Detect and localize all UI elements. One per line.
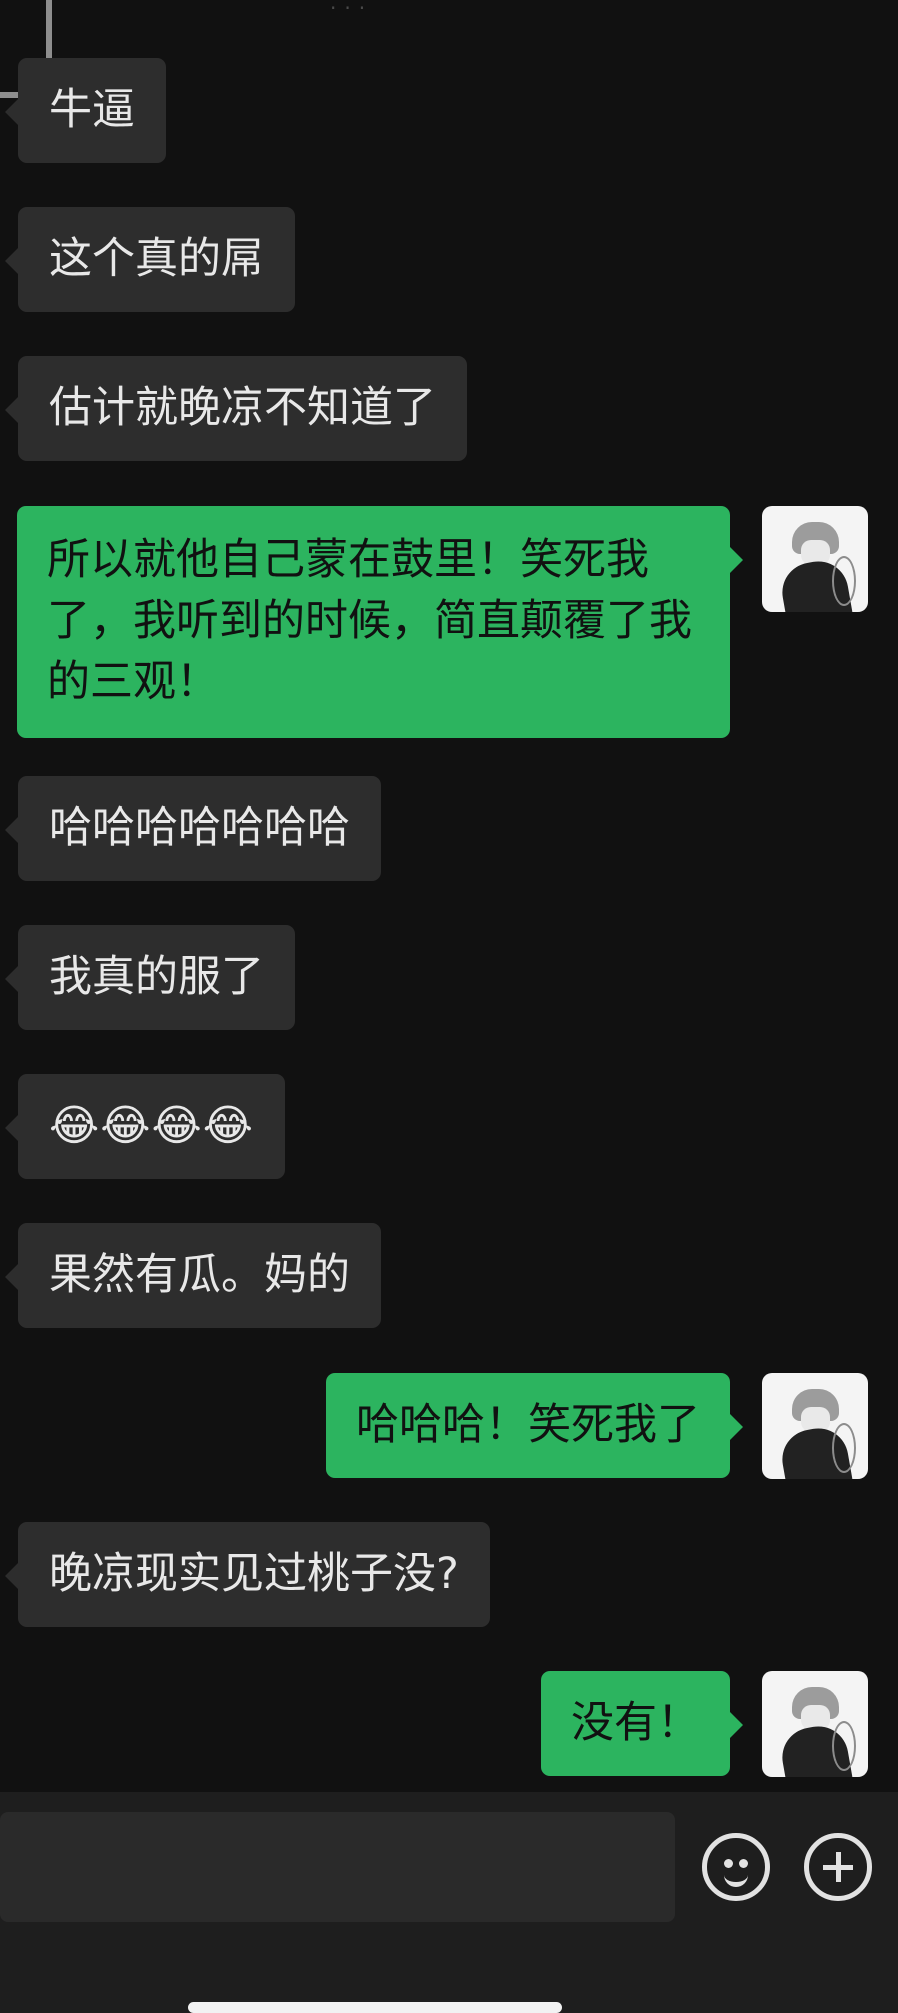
chat-input-bar bbox=[0, 1792, 898, 2013]
message-input[interactable] bbox=[0, 1812, 675, 1922]
message-bubble-incoming[interactable]: 😂😂😂😂 bbox=[5, 1074, 285, 1179]
more-actions-button[interactable] bbox=[804, 1833, 872, 1901]
chat-message-list[interactable]: 牛逼 这个真的屌 估计就晚凉不知道了 所以就他自己蒙在鼓里！笑死我了，我听到的时… bbox=[0, 0, 898, 1792]
message-bubble-incoming[interactable]: 哈哈哈哈哈哈哈 bbox=[5, 776, 381, 881]
message-bubble-incoming[interactable]: 晚凉现实见过桃子没? bbox=[5, 1522, 490, 1627]
my-avatar[interactable] bbox=[762, 506, 868, 612]
message-bubble-outgoing[interactable]: 没有！ bbox=[541, 1671, 743, 1776]
emoji-button[interactable] bbox=[702, 1833, 770, 1901]
my-avatar[interactable] bbox=[762, 1373, 868, 1479]
message-bubble-incoming[interactable]: 估计就晚凉不知道了 bbox=[5, 356, 467, 461]
message-bubble-outgoing[interactable]: 所以就他自己蒙在鼓里！笑死我了，我听到的时候，简直颠覆了我的三观！ bbox=[17, 506, 743, 738]
message-bubble-incoming[interactable]: 牛逼 bbox=[5, 58, 166, 163]
home-indicator[interactable] bbox=[188, 2002, 562, 2013]
message-bubble-incoming[interactable]: 这个真的屌 bbox=[5, 207, 295, 312]
message-bubble-outgoing[interactable]: 哈哈哈！笑死我了 bbox=[326, 1373, 743, 1478]
message-bubble-incoming[interactable]: 我真的服了 bbox=[5, 925, 295, 1030]
message-bubble-incoming[interactable]: 果然有瓜。妈的 bbox=[5, 1223, 381, 1328]
my-avatar[interactable] bbox=[762, 1671, 868, 1777]
